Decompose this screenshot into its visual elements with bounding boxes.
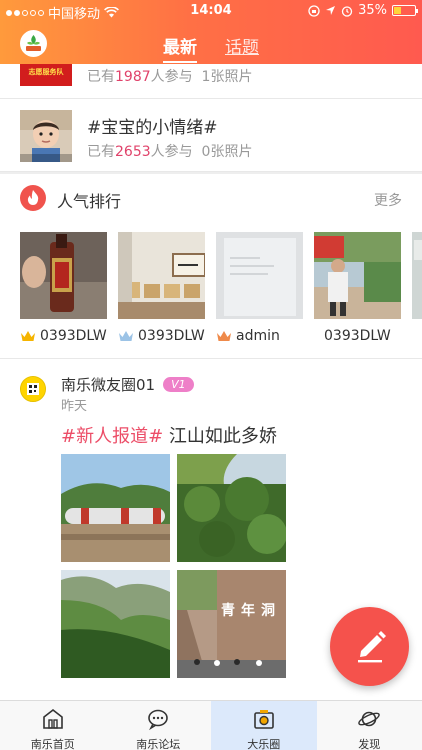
author-avatar[interactable] bbox=[20, 376, 46, 402]
battery-percent: 35% bbox=[358, 3, 387, 18]
ranking-user[interactable]: 0393DLW bbox=[20, 328, 107, 344]
ranking-photo[interactable] bbox=[412, 232, 422, 319]
bottle-photo bbox=[20, 232, 107, 319]
section-divider bbox=[0, 172, 422, 174]
nav-forum[interactable]: 南乐论坛 bbox=[106, 701, 212, 750]
topic-thumb-text: 志愿服务队 bbox=[28, 68, 64, 76]
forum-icon bbox=[148, 709, 169, 731]
topic-item[interactable]: #宝宝的小情绪# 已有2653人参与 0张照片 bbox=[0, 99, 422, 172]
nav-label: 南乐论坛 bbox=[136, 738, 181, 750]
baby-photo bbox=[20, 110, 72, 162]
post-text: 江山如此多娇 bbox=[163, 426, 277, 447]
ranking-user-name: admin bbox=[236, 328, 280, 344]
alarm-icon bbox=[341, 5, 353, 17]
post-time: 昨天 bbox=[61, 399, 88, 414]
silver-crown-icon bbox=[119, 331, 133, 341]
post-photo[interactable] bbox=[61, 570, 170, 678]
topic-meta: 已有1987人参与 1张照片 bbox=[87, 66, 252, 86]
section-divider bbox=[0, 358, 422, 359]
ranking-user-name: 0393DLW bbox=[40, 328, 107, 344]
ranking-user-name: 0393DLW bbox=[138, 328, 205, 344]
nav-circle[interactable]: 大乐圈 bbox=[211, 701, 317, 750]
nav-discover[interactable]: 发现 bbox=[317, 701, 422, 750]
status-bar: 中国移动 14:04 35% bbox=[0, 0, 422, 22]
rotation-lock-icon bbox=[308, 4, 320, 17]
level-badge: V1 bbox=[163, 377, 194, 392]
planet-icon bbox=[358, 711, 381, 727]
pipe-photo bbox=[61, 454, 170, 562]
ranking-title: 人气排行 bbox=[57, 192, 122, 211]
meta-prefix: 已有 bbox=[87, 144, 115, 160]
ranking-names: 0393DLW 0393DLW admin 0393DLW bbox=[20, 328, 422, 346]
photo-count: 0张照片 bbox=[201, 144, 253, 160]
ranking-photo[interactable] bbox=[20, 232, 107, 319]
bottom-nav: 南乐首页 南乐论坛 大乐圈 发现 bbox=[0, 700, 422, 750]
battery-level bbox=[394, 7, 401, 14]
camera-icon bbox=[253, 710, 274, 729]
ranking-photo-row[interactable] bbox=[20, 232, 422, 322]
post-photo[interactable] bbox=[61, 454, 170, 562]
nav-label: 发现 bbox=[358, 738, 381, 750]
topic-thumbnail bbox=[20, 110, 72, 162]
tab-topics[interactable]: 话题 bbox=[225, 33, 259, 62]
battery-icon bbox=[392, 5, 418, 16]
ranking-header: 人气排行 更多 bbox=[0, 176, 422, 218]
topic-meta: 已有2653人参与 0张照片 bbox=[87, 141, 252, 161]
header: 中国移动 14:04 35% 最新 话题 bbox=[0, 0, 422, 64]
street-photo bbox=[314, 232, 401, 319]
meta-suffix: 人参与 bbox=[150, 69, 193, 85]
header-tabs: 最新 话题 bbox=[0, 33, 422, 63]
topic-item[interactable]: 志愿服务队 已有1987人参与 1张照片 bbox=[0, 64, 422, 99]
valley-photo bbox=[61, 570, 170, 678]
post-author-row: 南乐微友圈01 V1 bbox=[61, 374, 194, 395]
status-right: 35% bbox=[308, 3, 418, 18]
nav-label: 南乐首页 bbox=[30, 738, 75, 750]
participant-count: 2653 bbox=[115, 144, 151, 160]
post-photo[interactable] bbox=[177, 454, 286, 562]
app-screen: 中国移动 14:04 35% 最新 话题 志愿服务队 已有1987人参与 1张照… bbox=[0, 0, 422, 750]
participant-count: 1987 bbox=[115, 69, 151, 85]
meta-suffix: 人参与 bbox=[150, 144, 193, 160]
post-photo[interactable]: 青年洞 bbox=[177, 570, 286, 678]
cliff-photo bbox=[177, 570, 286, 678]
fire-icon bbox=[20, 185, 46, 211]
ranking-photo[interactable] bbox=[118, 232, 205, 319]
meta-prefix: 已有 bbox=[87, 69, 115, 85]
partial-photo bbox=[412, 232, 422, 319]
office-photo bbox=[118, 232, 205, 319]
ranking-photo[interactable] bbox=[314, 232, 401, 319]
ranking-more-link[interactable]: 更多 bbox=[374, 190, 402, 210]
tab-latest[interactable]: 最新 bbox=[163, 33, 197, 63]
post-content: #新人报道# 江山如此多娇 bbox=[61, 422, 277, 448]
bronze-crown-icon bbox=[217, 331, 231, 341]
nav-home[interactable]: 南乐首页 bbox=[0, 701, 106, 750]
ranking-user-name: 0393DLW bbox=[324, 328, 391, 344]
ranking-user[interactable]: 0393DLW bbox=[118, 328, 205, 344]
author-name[interactable]: 南乐微友圈01 bbox=[61, 374, 155, 395]
ranking-photo[interactable] bbox=[216, 232, 303, 319]
paper-photo bbox=[216, 232, 303, 319]
photo-count: 1张照片 bbox=[201, 69, 253, 85]
ranking-user[interactable]: admin bbox=[216, 328, 280, 344]
ranking-user[interactable]: 0393DLW bbox=[324, 328, 391, 344]
gold-crown-icon bbox=[21, 331, 35, 341]
home-icon bbox=[42, 708, 63, 729]
pencil-icon bbox=[358, 631, 386, 663]
forest-photo bbox=[177, 454, 286, 562]
topic-thumbnail: 志愿服务队 bbox=[20, 64, 72, 86]
topic-title: #宝宝的小情绪# bbox=[87, 118, 218, 138]
location-icon bbox=[326, 6, 336, 15]
post-hashtag[interactable]: #新人报道# bbox=[61, 426, 163, 447]
cliff-caption: 青年洞 bbox=[221, 603, 281, 619]
compose-button[interactable] bbox=[330, 607, 409, 686]
nav-label: 大乐圈 bbox=[247, 738, 281, 750]
